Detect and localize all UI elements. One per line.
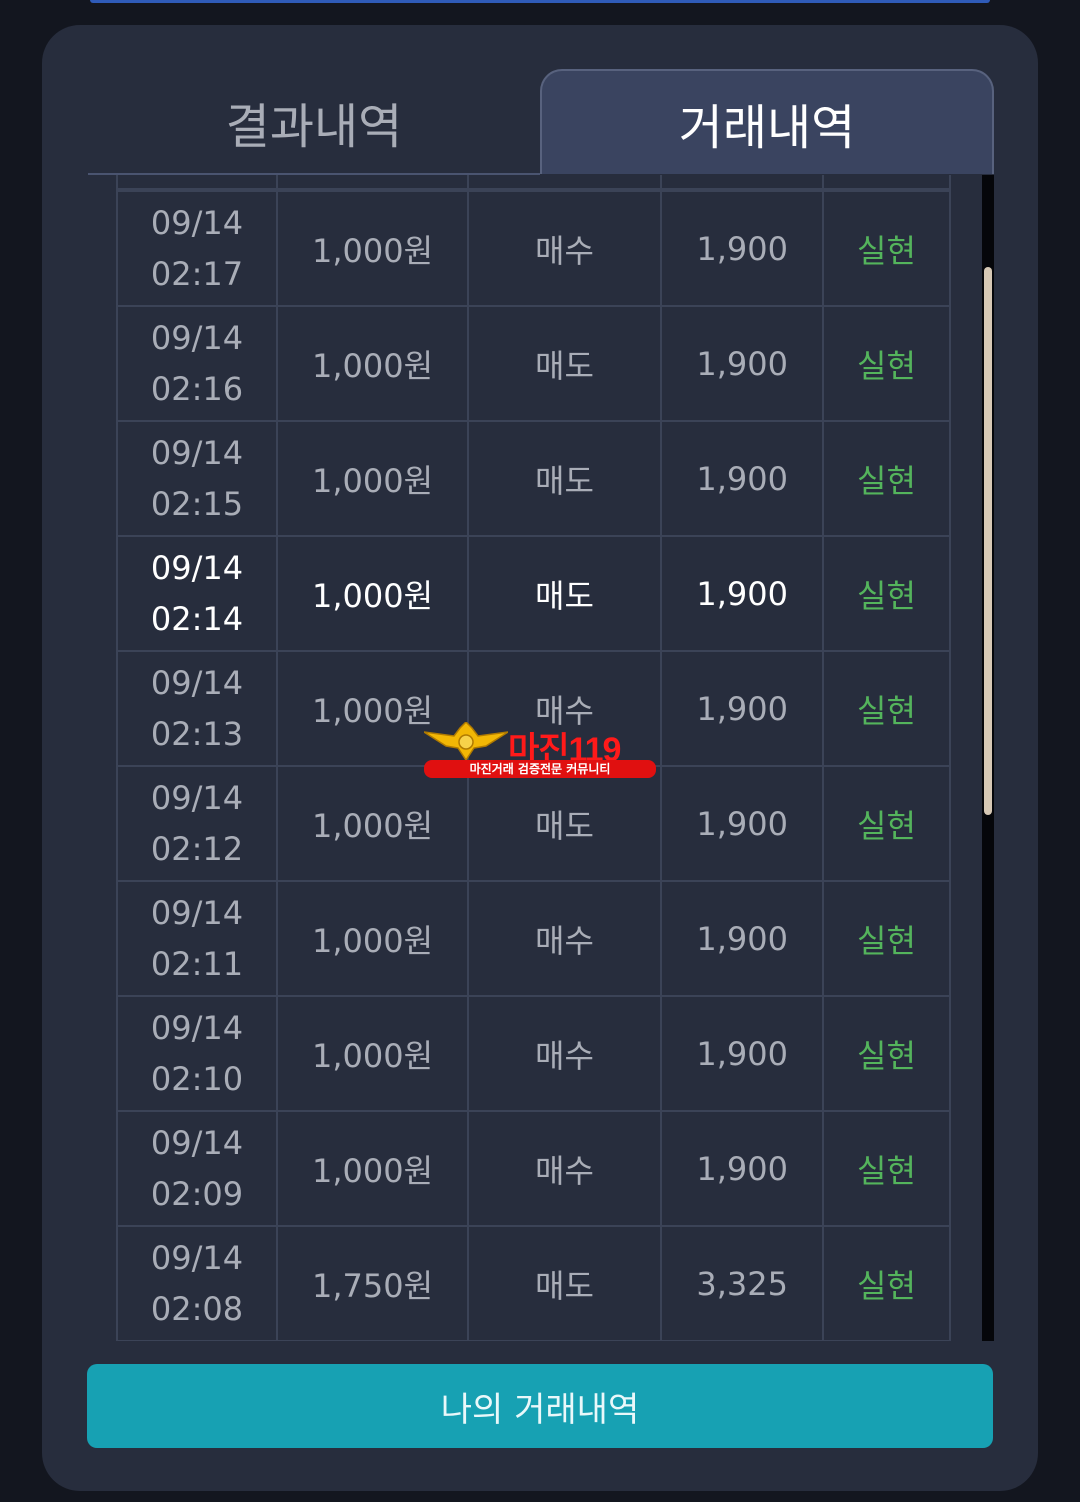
- watermark-subtitle: 마진거래 검증전문 커뮤니티: [424, 760, 656, 778]
- trade-status: 실현: [822, 765, 951, 882]
- trade-datetime: 09/14 02:11: [116, 880, 278, 997]
- trade-status: 실현: [822, 880, 951, 997]
- table-row: 09/14 02:10 1,000원 매수 1,900 실현: [116, 995, 952, 1112]
- trade-amount: 1,000원: [276, 420, 469, 537]
- trade-payout: 1,900: [660, 1110, 824, 1227]
- trade-payout: 1,900: [660, 880, 824, 997]
- trade-time: 02:12: [150, 829, 244, 868]
- trade-date: 09/14: [150, 203, 244, 242]
- trade-amount: 1,000원: [276, 1110, 469, 1227]
- trade-amount: 1,000원: [276, 995, 469, 1112]
- trade-datetime: 09/14 02:10: [116, 995, 278, 1112]
- table-row: 09/14 02:12 1,000원 매도 1,900 실현: [116, 765, 952, 882]
- trade-datetime: 09/14 02:15: [116, 420, 278, 537]
- trade-datetime: 09/14 02:16: [116, 305, 278, 422]
- tab-results[interactable]: 결과내역: [88, 70, 540, 175]
- trade-date: 09/14: [150, 433, 244, 472]
- trade-side: 매수: [467, 995, 662, 1112]
- trade-time: 02:15: [150, 484, 244, 523]
- trade-payout: 1,900: [660, 765, 824, 882]
- trade-date: 09/14: [150, 778, 244, 817]
- trade-date: 09/14: [150, 318, 244, 357]
- trade-side: 매도: [467, 305, 662, 422]
- table-row: 09/14 02:09 1,000원 매수 1,900 실현: [116, 1110, 952, 1227]
- trade-date: 09/14: [150, 1238, 244, 1277]
- trade-datetime: 09/14 02:14: [116, 535, 278, 652]
- trade-payout: 1,900: [660, 535, 824, 652]
- trade-status: 실현: [822, 190, 951, 307]
- trade-amount: 1,000원: [276, 765, 469, 882]
- tab-trades[interactable]: 거래내역: [540, 69, 994, 174]
- trade-payout: 1,900: [660, 420, 824, 537]
- trade-status: 실현: [822, 420, 951, 537]
- trade-time: 02:17: [150, 254, 244, 293]
- trade-status: 실현: [822, 1225, 951, 1341]
- trade-date: 09/14: [150, 1008, 244, 1047]
- trade-time: 02:11: [150, 944, 244, 983]
- trade-status: 실현: [822, 1110, 951, 1227]
- trade-time: 02:10: [150, 1059, 244, 1098]
- table-row: 09/14 02:15 1,000원 매도 1,900 실현: [116, 420, 952, 537]
- table-row: 09/14 02:11 1,000원 매수 1,900 실현: [116, 880, 952, 997]
- my-trades-button[interactable]: 나의 거래내역: [87, 1364, 993, 1448]
- trade-side: 매도: [467, 535, 662, 652]
- eagle-emblem-icon: [424, 722, 508, 762]
- trade-time: 02:08: [150, 1289, 244, 1328]
- trade-datetime: 09/14 02:09: [116, 1110, 278, 1227]
- trade-side: 매수: [467, 880, 662, 997]
- scrollbar-thumb[interactable]: [984, 267, 992, 815]
- trade-status: 실현: [822, 535, 951, 652]
- trade-time: 02:09: [150, 1174, 244, 1213]
- trade-time: 02:14: [150, 599, 244, 638]
- table-row: 09/14 02:08 1,750원 매도 3,325 실현: [116, 1225, 952, 1341]
- trade-date: 09/14: [150, 548, 244, 587]
- trade-amount: 1,000원: [276, 305, 469, 422]
- trade-payout: 1,900: [660, 995, 824, 1112]
- trade-datetime: 09/14 02:12: [116, 765, 278, 882]
- trade-side: 매도: [467, 1225, 662, 1341]
- trade-amount: 1,000원: [276, 880, 469, 997]
- trade-payout: 1,900: [660, 305, 824, 422]
- trade-datetime: 09/14 02:17: [116, 190, 278, 307]
- trade-datetime: 09/14 02:08: [116, 1225, 278, 1341]
- trade-date: 09/14: [150, 893, 244, 932]
- trade-payout: 1,900: [660, 650, 824, 767]
- trade-side: 매수: [467, 190, 662, 307]
- trade-date: 09/14: [150, 663, 244, 702]
- trade-time: 02:16: [150, 369, 244, 408]
- trade-status: 실현: [822, 995, 951, 1112]
- trade-side: 매도: [467, 765, 662, 882]
- scrollbar[interactable]: [982, 175, 994, 1341]
- trade-side: 매수: [467, 1110, 662, 1227]
- table-row: [116, 175, 952, 190]
- trade-time: 02:13: [150, 714, 244, 753]
- top-accent-line: [90, 0, 990, 3]
- trade-side: 매도: [467, 420, 662, 537]
- table-row: 09/14 02:16 1,000원 매도 1,900 실현: [116, 305, 952, 422]
- trade-datetime: 09/14 02:13: [116, 650, 278, 767]
- trade-payout: 1,900: [660, 190, 824, 307]
- table-row: 09/14 02:14 1,000원 매도 1,900 실현: [116, 535, 952, 652]
- trade-date: 09/14: [150, 1123, 244, 1162]
- trade-payout: 3,325: [660, 1225, 824, 1341]
- trade-amount: 1,750원: [276, 1225, 469, 1341]
- trade-status: 실현: [822, 650, 951, 767]
- trade-amount: 1,000원: [276, 535, 469, 652]
- trade-amount: 1,000원: [276, 190, 469, 307]
- trade-status: 실현: [822, 305, 951, 422]
- watermark-logo: 마진119 마진거래 검증전문 커뮤니티: [424, 722, 656, 780]
- table-row: 09/14 02:17 1,000원 매수 1,900 실현: [116, 190, 952, 307]
